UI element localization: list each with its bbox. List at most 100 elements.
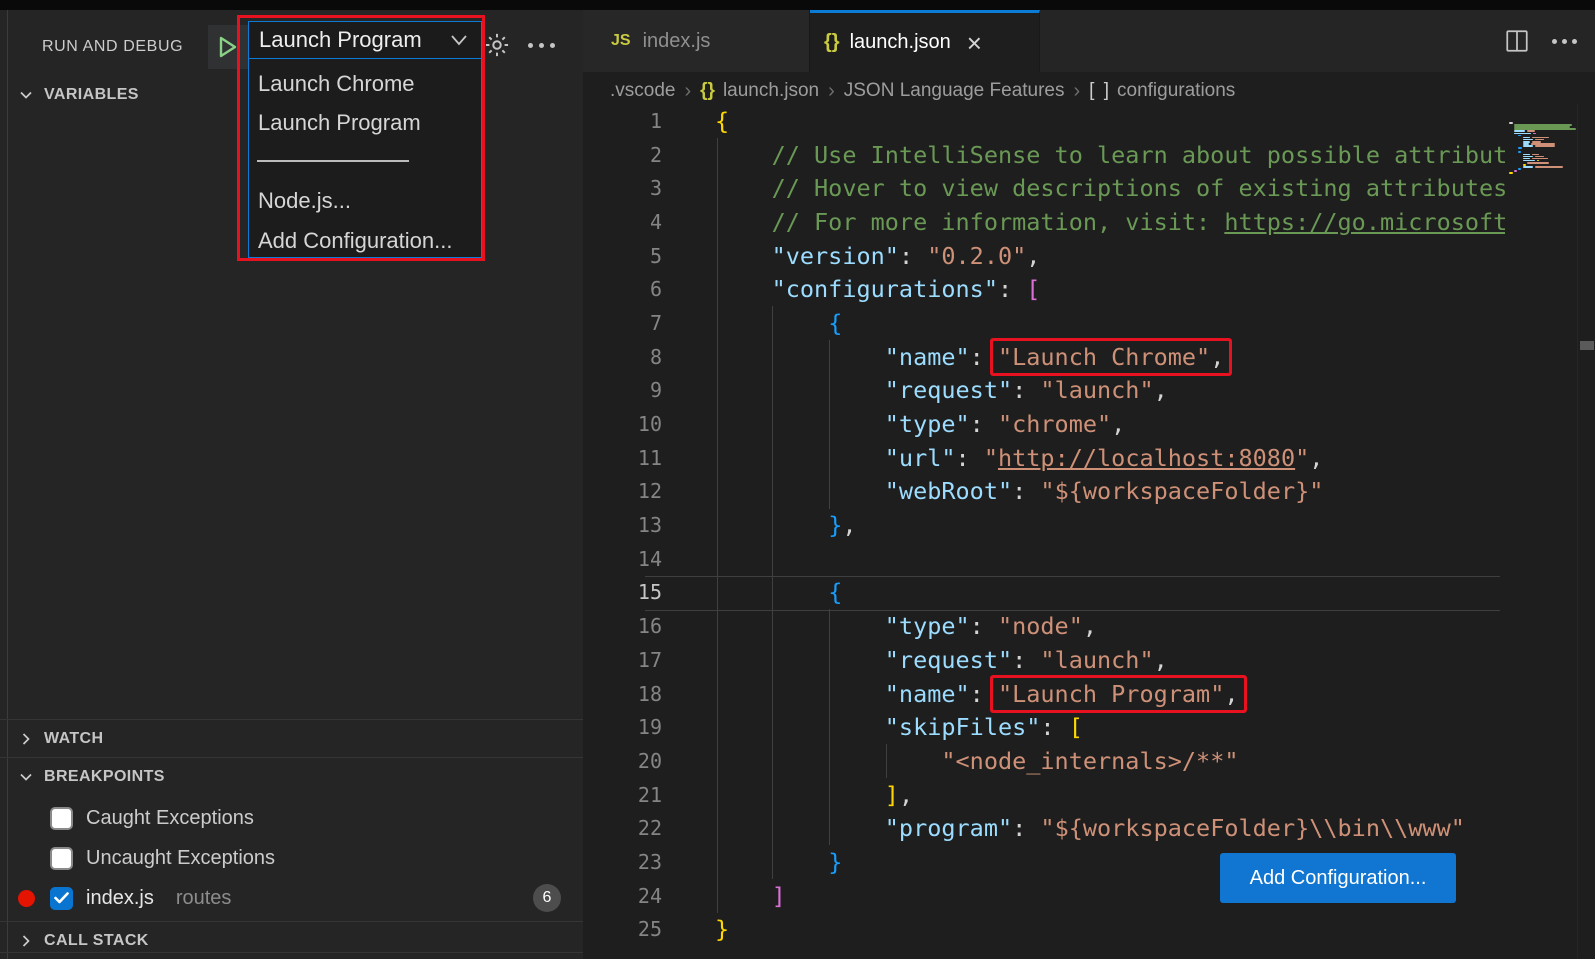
- code-line-text[interactable]: ]: [662, 882, 786, 910]
- code-line-text[interactable]: {: [662, 309, 842, 337]
- line-number[interactable]: 17: [583, 648, 662, 672]
- breadcrumb-item-configurations[interactable]: configurations: [1117, 80, 1235, 102]
- menu-item-nodejs[interactable]: Node.js...: [249, 182, 481, 220]
- code-line[interactable]: 2 // Use IntelliSense to learn about pos…: [583, 138, 1505, 172]
- code-line-text[interactable]: "type": "node",: [662, 612, 1097, 640]
- code-line-text[interactable]: }: [662, 915, 729, 943]
- code-line-text[interactable]: "configurations": [: [662, 275, 1040, 303]
- line-number[interactable]: 19: [583, 715, 662, 739]
- debug-settings-button[interactable]: [480, 25, 514, 65]
- code-line-text[interactable]: // For more information, visit: https://…: [662, 208, 1505, 236]
- code-line-text[interactable]: "name": "Launch Program",: [662, 680, 1244, 708]
- breakpoints-section-header[interactable]: BREAKPOINTS: [0, 758, 583, 795]
- code-line-text[interactable]: "url": "http://localhost:8080",: [662, 444, 1323, 472]
- code-line-text[interactable]: "skipFiles": [: [662, 713, 1083, 741]
- caught-exceptions-checkbox[interactable]: [50, 807, 73, 830]
- code-line[interactable]: 5 "version": "0.2.0",: [583, 239, 1505, 273]
- code-line-text[interactable]: ],: [662, 781, 913, 809]
- code-line[interactable]: 7 {: [583, 306, 1505, 340]
- code-line[interactable]: 14: [583, 542, 1505, 576]
- split-editor-icon[interactable]: [1504, 28, 1530, 54]
- code-line[interactable]: 18 "name": "Launch Program",: [583, 677, 1505, 711]
- line-number[interactable]: 23: [583, 850, 662, 874]
- uncaught-exceptions-checkbox[interactable]: [50, 847, 73, 870]
- breakpoint-row-indexjs[interactable]: index.js routes 6: [0, 878, 583, 918]
- line-number[interactable]: 18: [583, 682, 662, 706]
- watch-section-header[interactable]: WATCH: [0, 720, 583, 757]
- call-stack-section-header[interactable]: CALL STACK: [0, 922, 583, 959]
- code-line[interactable]: 4 // For more information, visit: https:…: [583, 205, 1505, 239]
- code-line[interactable]: 1{: [583, 104, 1505, 138]
- line-number[interactable]: 11: [583, 446, 662, 470]
- line-number[interactable]: 5: [583, 244, 662, 268]
- code-line[interactable]: 9 "request": "launch",: [583, 374, 1505, 408]
- line-number[interactable]: 6: [583, 277, 662, 301]
- line-number[interactable]: 20: [583, 749, 662, 773]
- tab-indexjs[interactable]: JS index.js: [583, 10, 810, 72]
- code-line[interactable]: 19 "skipFiles": [: [583, 710, 1505, 744]
- code-line[interactable]: 15 {: [583, 576, 1505, 610]
- code-line[interactable]: 10 "type": "chrome",: [583, 407, 1505, 441]
- line-number[interactable]: 9: [583, 378, 662, 402]
- line-number[interactable]: 8: [583, 345, 662, 369]
- code-line[interactable]: 11 "url": "http://localhost:8080",: [583, 441, 1505, 475]
- code-line[interactable]: 17 "request": "launch",: [583, 643, 1505, 677]
- code-line-text[interactable]: // Hover to view descriptions of existin…: [662, 174, 1505, 202]
- code-line[interactable]: 22 "program": "${workspaceFolder}\\bin\\…: [583, 811, 1505, 845]
- indexjs-breakpoint-checkbox[interactable]: [50, 887, 73, 910]
- breakpoint-row-uncaught-exceptions[interactable]: Uncaught Exceptions: [0, 838, 583, 878]
- minimap[interactable]: [1505, 104, 1577, 959]
- code-editor[interactable]: 1{2 // Use IntelliSense to learn about p…: [583, 104, 1505, 959]
- line-number[interactable]: 7: [583, 311, 662, 335]
- menu-item-launch-program[interactable]: Launch Program: [249, 104, 481, 142]
- line-number[interactable]: 3: [583, 176, 662, 200]
- line-number[interactable]: 25: [583, 917, 662, 941]
- code-line[interactable]: 16 "type": "node",: [583, 609, 1505, 643]
- debug-configuration-select[interactable]: Launch Program: [248, 21, 482, 59]
- code-line-text[interactable]: "version": "0.2.0",: [662, 242, 1040, 270]
- code-line-text[interactable]: }: [662, 848, 842, 876]
- line-number[interactable]: 22: [583, 816, 662, 840]
- code-line-text[interactable]: "<node_internals>/**": [662, 747, 1239, 775]
- code-line-text[interactable]: {: [662, 578, 842, 606]
- code-line[interactable]: 25}: [583, 913, 1505, 947]
- line-number[interactable]: 13: [583, 513, 662, 537]
- line-number[interactable]: 21: [583, 783, 662, 807]
- code-line[interactable]: 8 "name": "Launch Chrome",: [583, 340, 1505, 374]
- line-number[interactable]: 24: [583, 884, 662, 908]
- add-configuration-button[interactable]: Add Configuration...: [1220, 853, 1456, 903]
- code-line-text[interactable]: "request": "launch",: [662, 376, 1168, 404]
- code-line-text[interactable]: "webRoot": "${workspaceFolder}": [662, 477, 1323, 505]
- code-line[interactable]: 6 "configurations": [: [583, 272, 1505, 306]
- code-line-text[interactable]: // Use IntelliSense to learn about possi…: [662, 141, 1505, 169]
- code-line-text[interactable]: {: [662, 107, 729, 135]
- code-line-text[interactable]: "program": "${workspaceFolder}\\bin\\www…: [662, 814, 1465, 842]
- code-line-text[interactable]: "name": "Launch Chrome",: [662, 343, 1229, 371]
- line-number[interactable]: 2: [583, 143, 662, 167]
- code-line[interactable]: 12 "webRoot": "${workspaceFolder}": [583, 475, 1505, 509]
- menu-item-launch-chrome[interactable]: Launch Chrome: [249, 65, 481, 103]
- breakpoint-row-caught-exceptions[interactable]: Caught Exceptions: [0, 798, 583, 838]
- breadcrumb-item-vscode[interactable]: .vscode: [610, 80, 675, 102]
- breadcrumb-item-json-language-features[interactable]: JSON Language Features: [844, 80, 1065, 102]
- line-number[interactable]: 15: [583, 580, 662, 604]
- line-number[interactable]: 1: [583, 109, 662, 133]
- more-actions-icon[interactable]: [1552, 39, 1577, 44]
- code-line[interactable]: 20 "<node_internals>/**": [583, 744, 1505, 778]
- line-number[interactable]: 16: [583, 614, 662, 638]
- code-line-text[interactable]: "type": "chrome",: [662, 410, 1125, 438]
- tab-launchjson[interactable]: {} launch.json ×: [810, 10, 1040, 72]
- line-number[interactable]: 14: [583, 547, 662, 571]
- close-tab-icon[interactable]: ×: [967, 30, 982, 56]
- line-number[interactable]: 12: [583, 479, 662, 503]
- code-line-text[interactable]: "request": "launch",: [662, 646, 1168, 674]
- breadcrumb-item-launchjson[interactable]: launch.json: [723, 80, 819, 102]
- editor-scrollbar[interactable]: [1577, 104, 1595, 959]
- code-line[interactable]: 21 ],: [583, 778, 1505, 812]
- code-line[interactable]: 3 // Hover to view descriptions of exist…: [583, 171, 1505, 205]
- line-number[interactable]: 4: [583, 210, 662, 234]
- menu-item-add-configuration[interactable]: Add Configuration...: [249, 222, 481, 260]
- code-line-text[interactable]: },: [662, 511, 857, 539]
- line-number[interactable]: 10: [583, 412, 662, 436]
- views-and-more-actions-button[interactable]: [524, 25, 558, 65]
